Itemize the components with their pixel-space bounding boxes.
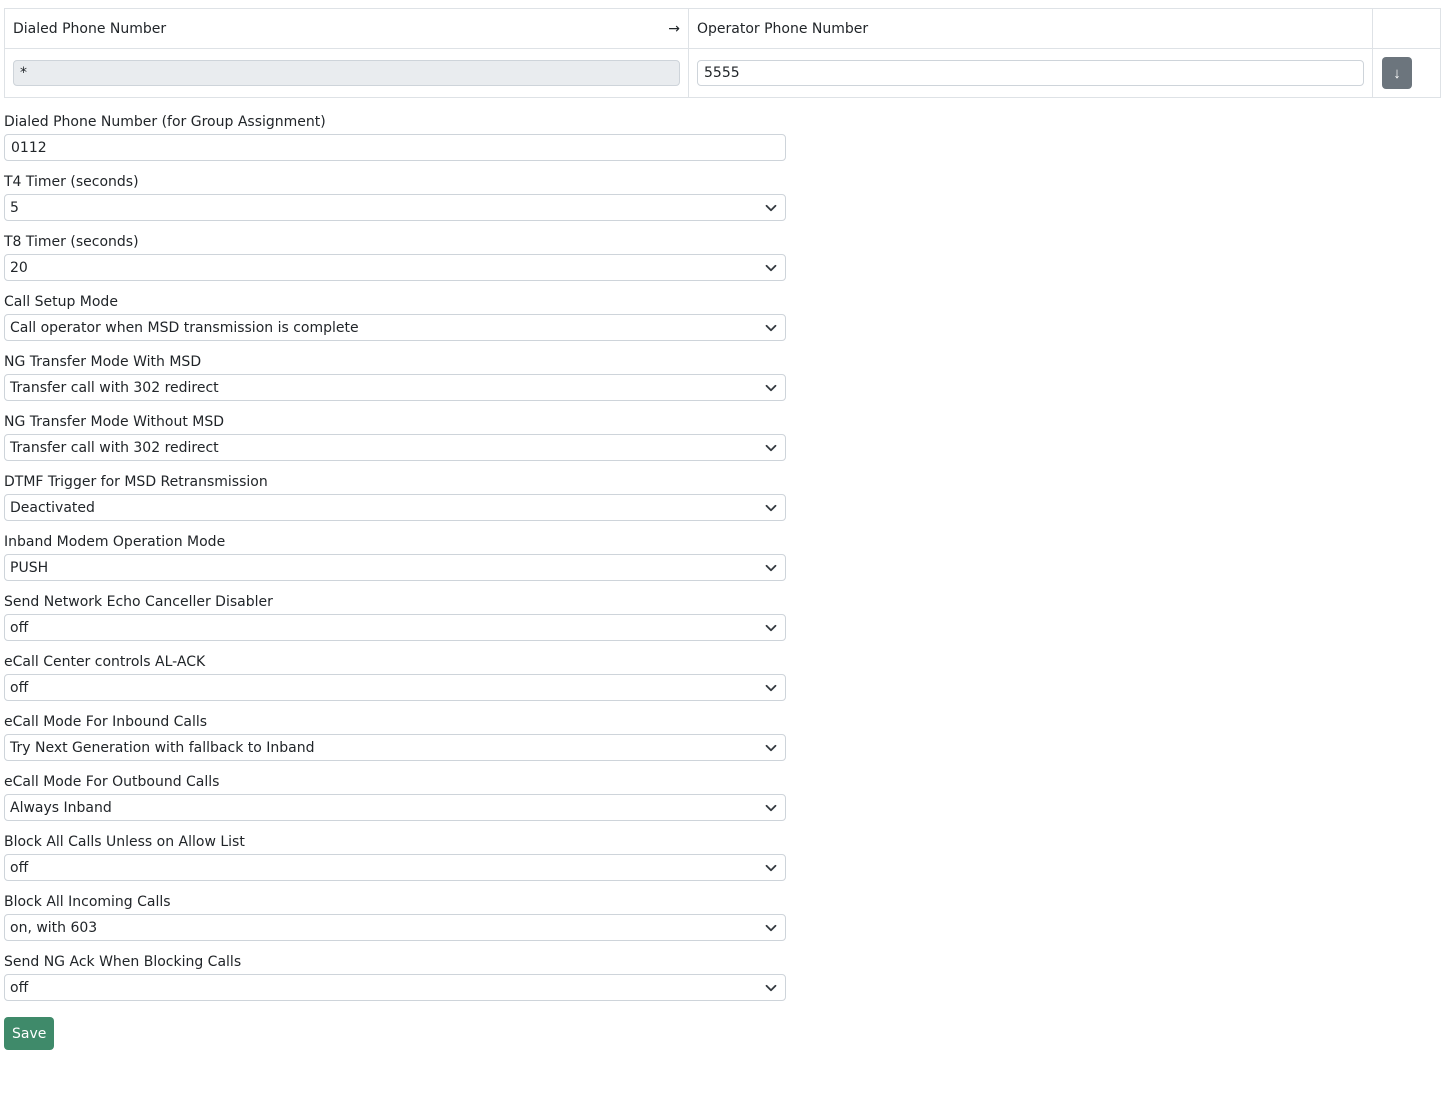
dialed-number-header-label: Dialed Phone Number (13, 20, 167, 37)
field-dtmf-trigger: DTMF Trigger for MSD Retransmission Deac… (4, 474, 786, 521)
al-ack-control-label: eCall Center controls AL-ACK (4, 654, 206, 670)
operator-number-value: 5555 (704, 65, 740, 81)
operator-number-header: Operator Phone Number (688, 8, 1373, 49)
al-ack-control-select[interactable]: off (4, 674, 786, 701)
dialed-number-header: Dialed Phone Number → (4, 8, 689, 49)
ecall-outbound-mode-select[interactable]: Always Inband (4, 794, 786, 821)
ng-ack-blocking-label: Send NG Ack When Blocking Calls (4, 954, 242, 970)
ng-transfer-with-msd-label: NG Transfer Mode With MSD (4, 354, 202, 370)
echo-canceller-disabler-select[interactable]: off (4, 614, 786, 641)
field-ecall-outbound-mode: eCall Mode For Outbound Calls Always Inb… (4, 774, 786, 821)
field-ecall-inbound-mode: eCall Mode For Inbound Calls Try Next Ge… (4, 714, 786, 761)
chevron-down-icon (765, 802, 777, 814)
arrow-down-icon: ↓ (1393, 64, 1401, 82)
field-block-incoming-calls: Block All Incoming Calls on, with 603 (4, 894, 786, 941)
chevron-down-icon (765, 502, 777, 514)
call-setup-mode-label: Call Setup Mode (4, 294, 118, 310)
group-number-input[interactable]: 0112 (4, 134, 786, 161)
dtmf-trigger-select[interactable]: Deactivated (4, 494, 786, 521)
call-setup-mode-select[interactable]: Call operator when MSD transmission is c… (4, 314, 786, 341)
settings-form: Dialed Phone Number (for Group Assignmen… (4, 114, 786, 1050)
block-incoming-calls-select[interactable]: on, with 603 (4, 914, 786, 941)
block-unless-allow-list-select[interactable]: off (4, 854, 786, 881)
settings-page: Dialed Phone Number → Operator Phone Num… (0, 0, 1448, 1050)
block-unless-allow-list-value: off (10, 859, 29, 876)
chevron-down-icon (765, 682, 777, 694)
chevron-down-icon (765, 442, 777, 454)
chevron-down-icon (765, 382, 777, 394)
field-t8-timer: T8 Timer (seconds) 20 (4, 234, 786, 281)
dtmf-trigger-label: DTMF Trigger for MSD Retransmission (4, 474, 268, 490)
ng-ack-blocking-value: off (10, 979, 29, 996)
group-number-field-group: Dialed Phone Number (for Group Assignmen… (4, 114, 786, 161)
number-mapping-table: Dialed Phone Number → Operator Phone Num… (4, 8, 1441, 98)
group-number-label: Dialed Phone Number (for Group Assignmen… (4, 114, 326, 130)
group-number-value: 0112 (11, 139, 47, 156)
t8-timer-label: T8 Timer (seconds) (4, 234, 139, 250)
t4-timer-label: T4 Timer (seconds) (4, 174, 139, 190)
dtmf-trigger-value: Deactivated (10, 499, 95, 516)
chevron-down-icon (765, 742, 777, 754)
block-incoming-calls-value: on, with 603 (10, 919, 98, 936)
echo-canceller-disabler-value: off (10, 619, 29, 636)
t8-timer-value: 20 (10, 259, 28, 276)
ng-transfer-with-msd-value: Transfer call with 302 redirect (10, 379, 219, 396)
block-unless-allow-list-label: Block All Calls Unless on Allow List (4, 834, 245, 850)
field-call-setup-mode: Call Setup Mode Call operator when MSD t… (4, 294, 786, 341)
t4-timer-value: 5 (10, 199, 19, 216)
echo-canceller-disabler-label: Send Network Echo Canceller Disabler (4, 594, 273, 610)
field-ng-ack-blocking: Send NG Ack When Blocking Calls off (4, 954, 786, 1001)
ng-transfer-with-msd-select[interactable]: Transfer call with 302 redirect (4, 374, 786, 401)
move-down-button[interactable]: ↓ (1382, 57, 1412, 89)
field-al-ack-control: eCall Center controls AL-ACK off (4, 654, 786, 701)
field-ng-transfer-with-msd: NG Transfer Mode With MSD Transfer call … (4, 354, 786, 401)
table-header-row: Dialed Phone Number → Operator Phone Num… (4, 8, 1441, 49)
chevron-down-icon (765, 862, 777, 874)
dialed-number-value: * (20, 65, 27, 81)
ecall-outbound-mode-label: eCall Mode For Outbound Calls (4, 774, 220, 790)
arrow-right-icon: → (668, 20, 680, 37)
al-ack-control-value: off (10, 679, 29, 696)
chevron-down-icon (765, 202, 777, 214)
ng-transfer-without-msd-select[interactable]: Transfer call with 302 redirect (4, 434, 786, 461)
ecall-inbound-mode-value: Try Next Generation with fallback to Inb… (10, 739, 315, 756)
ng-transfer-without-msd-label: NG Transfer Mode Without MSD (4, 414, 225, 430)
inband-modem-mode-label: Inband Modem Operation Mode (4, 534, 226, 550)
block-incoming-calls-label: Block All Incoming Calls (4, 894, 171, 910)
save-button[interactable]: Save (4, 1017, 55, 1050)
ng-ack-blocking-select[interactable]: off (4, 974, 786, 1001)
field-ng-transfer-without-msd: NG Transfer Mode Without MSD Transfer ca… (4, 414, 786, 461)
operator-number-header-label: Operator Phone Number (697, 20, 869, 37)
chevron-down-icon (765, 262, 777, 274)
actions-header (1372, 8, 1441, 49)
dialed-number-field[interactable]: * (13, 60, 680, 86)
call-setup-mode-value: Call operator when MSD transmission is c… (10, 319, 359, 336)
t4-timer-select[interactable]: 5 (4, 194, 786, 221)
ecall-inbound-mode-select[interactable]: Try Next Generation with fallback to Inb… (4, 734, 786, 761)
inband-modem-mode-value: PUSH (10, 559, 49, 576)
field-inband-modem-mode: Inband Modem Operation Mode PUSH (4, 534, 786, 581)
chevron-down-icon (765, 922, 777, 934)
t8-timer-select[interactable]: 20 (4, 254, 786, 281)
inband-modem-mode-select[interactable]: PUSH (4, 554, 786, 581)
field-t4-timer: T4 Timer (seconds) 5 (4, 174, 786, 221)
field-block-unless-allow-list: Block All Calls Unless on Allow List off (4, 834, 786, 881)
table-row: * 5555 ↓ (4, 48, 1441, 98)
ecall-outbound-mode-value: Always Inband (10, 799, 112, 816)
ng-transfer-without-msd-value: Transfer call with 302 redirect (10, 439, 219, 456)
field-echo-canceller-disabler: Send Network Echo Canceller Disabler off (4, 594, 786, 641)
chevron-down-icon (765, 322, 777, 334)
chevron-down-icon (765, 562, 777, 574)
chevron-down-icon (765, 982, 777, 994)
operator-number-field[interactable]: 5555 (697, 60, 1364, 86)
ecall-inbound-mode-label: eCall Mode For Inbound Calls (4, 714, 208, 730)
chevron-down-icon (765, 622, 777, 634)
